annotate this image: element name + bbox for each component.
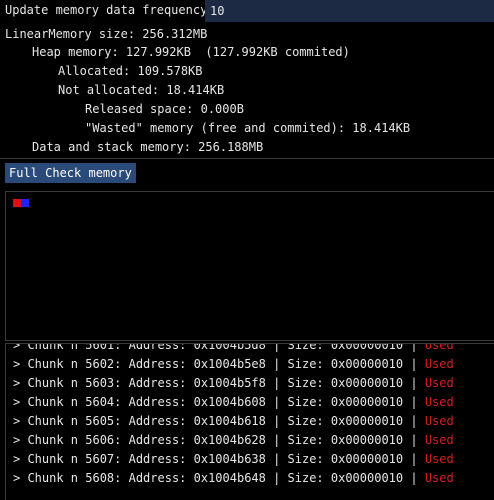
chunk-status: Used: [424, 414, 454, 428]
chunk-status: Used: [424, 433, 454, 447]
chunk-status: Used: [424, 376, 454, 390]
chunk-row: > Chunk n 5603: Address: 0x1004b5f8 | Si…: [13, 374, 454, 393]
chunk-list[interactable]: > Chunk n 5601: Address: 0x1004b5d8 | Si…: [5, 343, 494, 500]
chunk-row: > Chunk n 5605: Address: 0x1004b618 | Si…: [13, 412, 454, 431]
divider: [0, 158, 494, 159]
chunk-status: Used: [424, 343, 454, 352]
allocated-memory: Allocated: 109.578KB: [58, 64, 203, 78]
chunk-row: > Chunk n 5604: Address: 0x1004b608 | Si…: [13, 393, 454, 412]
wasted-memory: "Wasted" memory (free and commited): 18.…: [85, 121, 411, 135]
released-space: Released space: 0.000B: [85, 102, 244, 116]
memory-block-free: [21, 199, 29, 207]
linear-memory-size: LinearMemory size: 256.312MB: [5, 27, 208, 41]
frequency-input[interactable]: [205, 0, 494, 22]
chunk-text: > Chunk n 5601: Address: 0x1004b5d8 | Si…: [13, 343, 425, 352]
data-stack-memory: Data and stack memory: 256.188MB: [32, 140, 264, 154]
chunk-text: > Chunk n 5605: Address: 0x1004b618 | Si…: [13, 414, 425, 428]
chunk-text: > Chunk n 5606: Address: 0x1004b628 | Si…: [13, 433, 425, 447]
chunk-status: Used: [424, 357, 454, 371]
heap-memory: Heap memory: 127.992KB (127.992KB commit…: [32, 45, 350, 59]
chunk-status: Used: [424, 471, 454, 485]
chunk-text: > Chunk n 5604: Address: 0x1004b608 | Si…: [13, 395, 425, 409]
memory-block-used: [13, 199, 21, 207]
chunk-row: > Chunk n 5602: Address: 0x1004b5e8 | Si…: [13, 355, 454, 374]
chunk-text: > Chunk n 5608: Address: 0x1004b648 | Si…: [13, 471, 425, 485]
chunk-status: Used: [424, 395, 454, 409]
chunk-row: > Chunk n 5607: Address: 0x1004b638 | Si…: [13, 450, 454, 469]
chunk-text: > Chunk n 5607: Address: 0x1004b638 | Si…: [13, 452, 425, 466]
full-check-memory-button[interactable]: Full Check memory: [5, 163, 136, 183]
frequency-label: Update memory data frequency:: [5, 3, 215, 17]
chunk-row: > Chunk n 5601: Address: 0x1004b5d8 | Si…: [13, 343, 454, 355]
chunk-row: > Chunk n 5608: Address: 0x1004b648 | Si…: [13, 469, 454, 488]
chunk-status: Used: [424, 452, 454, 466]
not-allocated-memory: Not allocated: 18.414KB: [58, 83, 225, 97]
chunk-text: > Chunk n 5603: Address: 0x1004b5f8 | Si…: [13, 376, 425, 390]
memory-map-canvas[interactable]: [5, 191, 494, 341]
chunk-text: > Chunk n 5602: Address: 0x1004b5e8 | Si…: [13, 357, 425, 371]
chunk-row: > Chunk n 5606: Address: 0x1004b628 | Si…: [13, 431, 454, 450]
